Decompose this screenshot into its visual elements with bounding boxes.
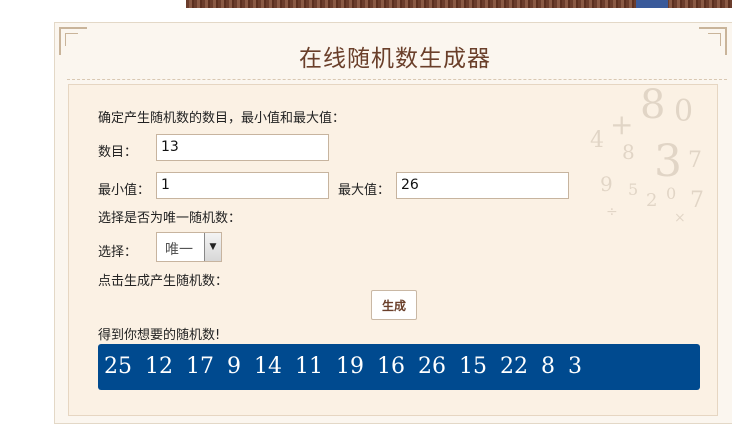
result-number: 15	[459, 354, 487, 379]
result-number: 3	[568, 354, 582, 379]
generate-intro-text: 点击生成产生随机数：	[98, 274, 229, 289]
result-number: 11	[295, 354, 323, 379]
result-number: 8	[541, 354, 555, 379]
result-number: 12	[145, 354, 173, 379]
max-label: 最大值：	[338, 183, 391, 198]
title-divider	[67, 79, 727, 80]
result-number: 26	[418, 354, 446, 379]
select-label: 选择：	[98, 245, 138, 260]
min-input[interactable]: 1	[156, 172, 329, 199]
result-number: 16	[377, 354, 405, 379]
result-label: 得到你想要的随机数!	[98, 328, 221, 343]
result-number: 9	[227, 354, 241, 379]
result-numbers-box: 25 12 17 9 14 11 19 16 26 15 22 8 3	[98, 344, 700, 390]
unique-intro-text: 选择是否为唯一随机数：	[98, 211, 242, 226]
generate-button[interactable]: 生成	[371, 290, 417, 320]
numbers-background-decoration: 8 0 + 4 8 3 7 9 5 2 0 7 ÷ ×	[590, 88, 704, 226]
min-label: 最小值：	[98, 183, 151, 198]
result-number: 25	[104, 354, 132, 379]
unique-select-value: 唯一	[165, 242, 193, 258]
max-input[interactable]: 26	[396, 172, 569, 199]
dropdown-arrow-icon[interactable]: ▼	[204, 233, 221, 261]
result-number: 19	[336, 354, 364, 379]
result-number: 14	[254, 354, 282, 379]
count-input[interactable]: 13	[156, 134, 329, 161]
count-label: 数目：	[98, 145, 138, 160]
result-number: 22	[500, 354, 528, 379]
result-number: 17	[186, 354, 214, 379]
top-strip-accent	[636, 0, 668, 8]
unique-select[interactable]: 唯一 ▼	[156, 232, 222, 262]
intro-text: 确定产生随机数的数目，最小值和最大值：	[98, 111, 346, 126]
page-title: 在线随机数生成器	[299, 46, 491, 72]
